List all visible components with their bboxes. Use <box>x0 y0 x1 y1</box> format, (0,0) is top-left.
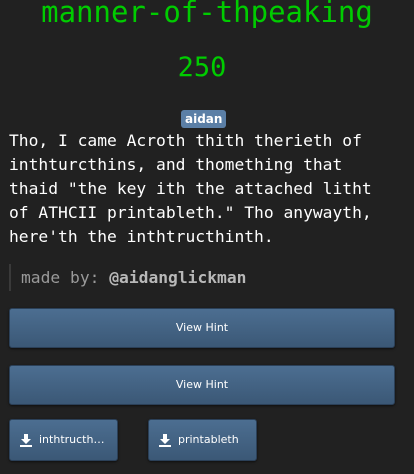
file-label-1: inthtructhinth <box>39 433 107 446</box>
file-download-button-2[interactable]: printableth <box>148 419 257 461</box>
download-icon <box>159 434 171 447</box>
author-line: made by: @aidanglickman <box>9 264 246 291</box>
download-icon <box>20 434 32 447</box>
author-handle: @aidanglickman <box>109 268 247 287</box>
view-hint-button-2[interactable]: View Hint <box>9 365 395 405</box>
view-hint-button-1[interactable]: View Hint <box>9 308 395 348</box>
category-badge: aidan <box>181 110 227 128</box>
challenge-points: 250 <box>177 52 227 83</box>
file-label-2: printableth <box>178 433 239 446</box>
challenge-description: Tho, I came Acroth thith therieth of int… <box>9 131 372 246</box>
challenge-title: manner-of-thpeaking <box>41 0 373 29</box>
file-download-button-1[interactable]: inthtructhinth <box>9 419 118 461</box>
author-prefix: made by: <box>21 268 110 287</box>
